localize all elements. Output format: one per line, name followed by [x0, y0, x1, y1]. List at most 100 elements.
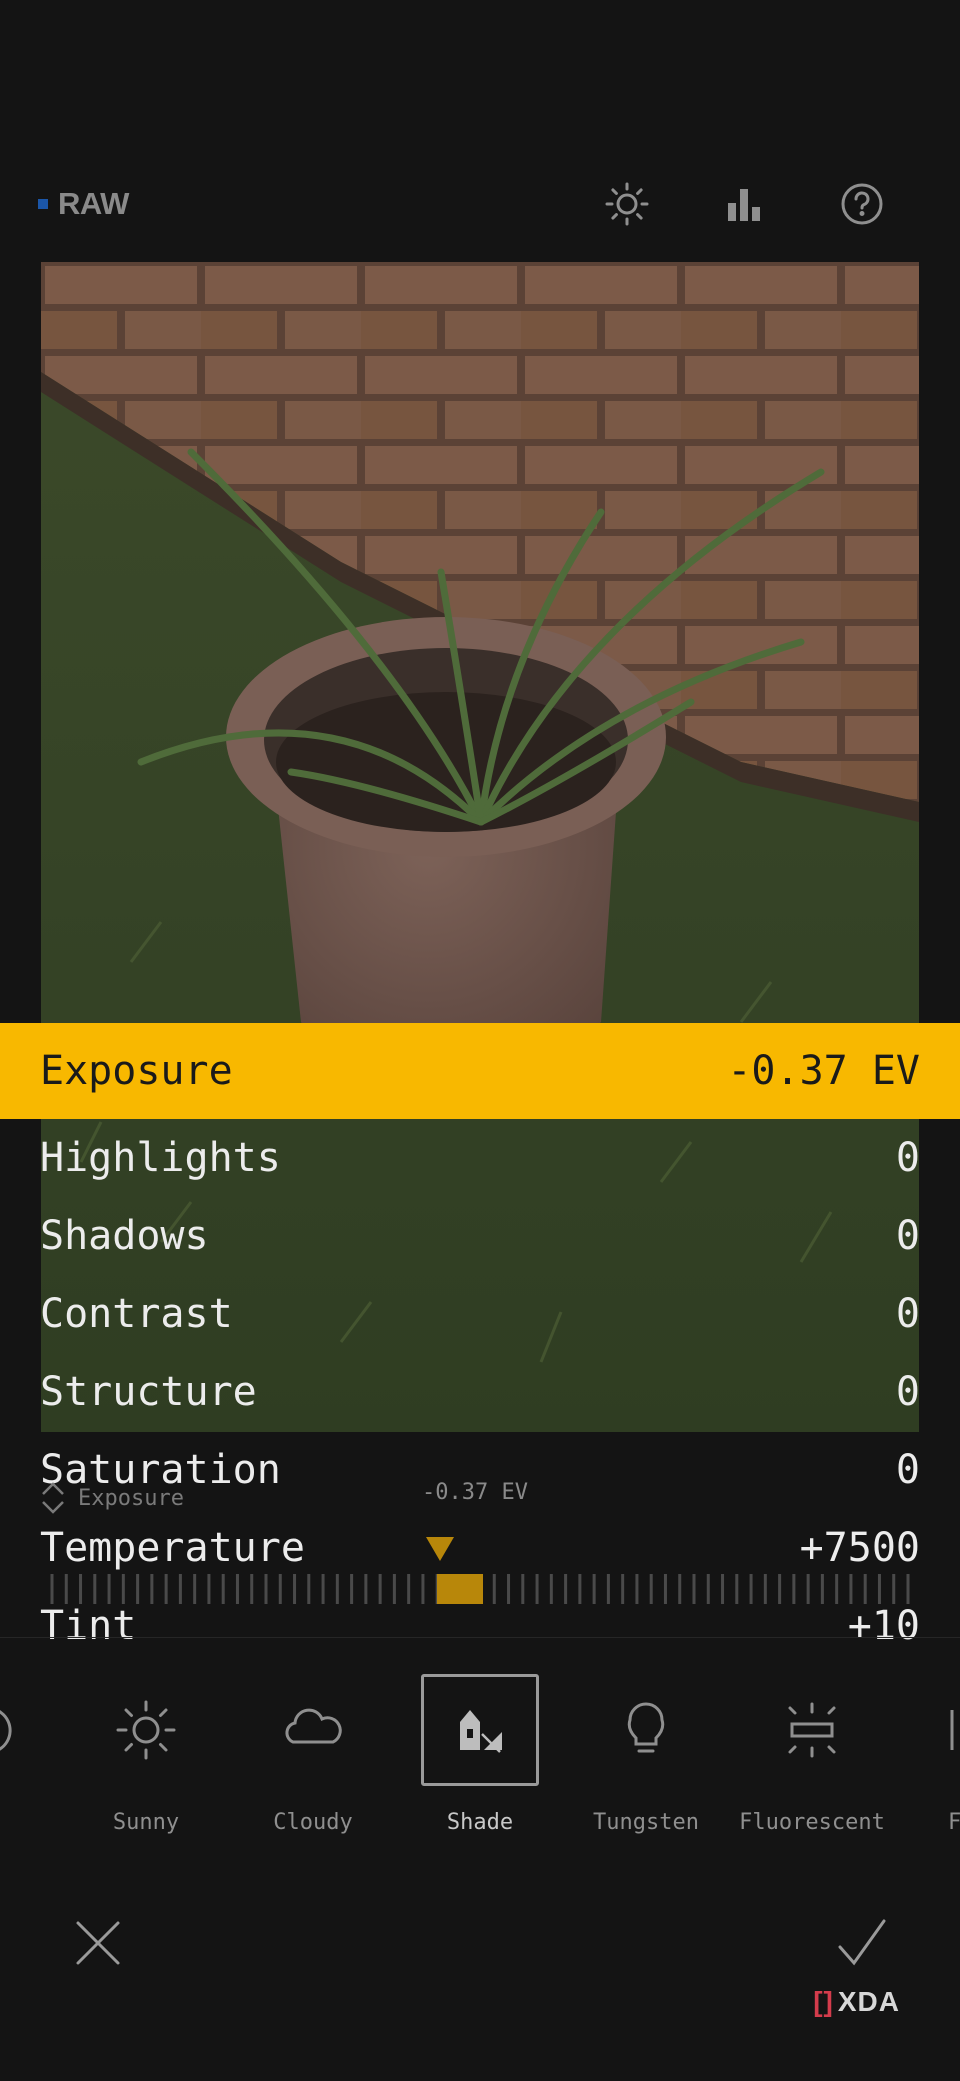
slider-tick — [507, 1574, 511, 1604]
slider-tick — [749, 1574, 753, 1604]
slider-tick — [150, 1574, 154, 1604]
bulb-icon — [566, 1674, 726, 1786]
adjustment-value: +10 — [847, 1603, 920, 1649]
cancel-button[interactable] — [68, 1913, 128, 1973]
slider-tick — [221, 1574, 225, 1604]
exposure-slider-thumb[interactable] — [437, 1574, 483, 1604]
slider-tick — [264, 1574, 268, 1604]
preset-label: Tungsten — [593, 1810, 699, 1835]
slider-tick — [378, 1574, 382, 1604]
adjustment-label: Exposure — [40, 1048, 233, 1094]
adjustment-row-exposure[interactable]: Exposure -0.37 EV — [0, 1023, 960, 1119]
slider-tick — [407, 1574, 411, 1604]
adjustment-value: -0.37 EV — [727, 1048, 920, 1094]
brightness-icon[interactable] — [601, 178, 653, 230]
adjustment-label: Highlights — [40, 1135, 281, 1181]
slider-tick — [735, 1574, 739, 1604]
preset-tungsten[interactable]: Tungsten — [566, 1674, 726, 1844]
preset-auto[interactable]: o — [0, 1674, 74, 1844]
slider-tick — [706, 1574, 710, 1604]
slider-tick — [521, 1574, 525, 1604]
slider-caption: Exposure — [40, 1480, 184, 1516]
slider-tick — [721, 1574, 725, 1604]
adjustment-label: Structure — [40, 1369, 257, 1415]
flash-icon — [880, 1674, 960, 1786]
slider-tick — [578, 1574, 582, 1604]
slider-tick — [50, 1574, 54, 1604]
preset-label: Sunny — [112, 1810, 180, 1835]
slider-tick — [621, 1574, 625, 1604]
shade-icon — [421, 1674, 539, 1786]
slider-tick — [392, 1574, 396, 1604]
slider-tick — [635, 1574, 639, 1604]
adjustment-label: Temperature — [40, 1525, 305, 1571]
raw-label: RAW — [58, 186, 129, 221]
adjustment-label: Tint — [40, 1603, 137, 1649]
preset-label: Shade — [446, 1810, 514, 1835]
sun-icon — [66, 1674, 226, 1786]
slider-tick — [806, 1574, 810, 1604]
fluorescent-icon — [732, 1674, 892, 1786]
confirm-button[interactable] — [832, 1913, 892, 1973]
help-icon[interactable] — [836, 178, 888, 230]
preset-sunny[interactable]: Sunny — [66, 1674, 226, 1844]
check-icon — [838, 1919, 886, 1966]
slider-tick — [892, 1574, 896, 1604]
slider-tick — [350, 1574, 354, 1604]
divider — [0, 1637, 960, 1638]
adjustment-value: 0 — [895, 1369, 920, 1415]
slider-value: -0.37 EV — [422, 1480, 528, 1505]
adjustment-row-shadows[interactable]: Shadows 0 — [0, 1197, 960, 1275]
preset-flash[interactable]: F — [880, 1674, 960, 1844]
adjustment-row-contrast[interactable]: Contrast 0 — [0, 1275, 960, 1353]
cloud-icon — [233, 1674, 393, 1786]
preset-fluorescent[interactable]: Fluorescent — [732, 1674, 892, 1844]
preset-cloudy[interactable]: Cloudy — [233, 1674, 393, 1844]
slider-tick — [606, 1574, 610, 1604]
adjustment-row-structure[interactable]: Structure 0 — [0, 1353, 960, 1431]
xda-watermark: [] XDA — [813, 1986, 900, 2018]
slider-marker-icon — [426, 1537, 454, 1561]
slider-tick — [79, 1574, 83, 1604]
histogram-icon[interactable] — [719, 178, 771, 230]
slider-tick — [107, 1574, 111, 1604]
adjustment-value: 0 — [895, 1135, 920, 1181]
slider-tick — [293, 1574, 297, 1604]
watermark-text: XDA — [837, 1986, 900, 2017]
slider-tick — [692, 1574, 696, 1604]
slider-tick — [778, 1574, 782, 1604]
slider-tick — [121, 1574, 125, 1604]
slider-tick — [307, 1574, 311, 1604]
slider-tick — [906, 1574, 910, 1604]
adjustment-row-highlights[interactable]: Highlights 0 — [0, 1119, 960, 1197]
slider-tick — [863, 1574, 867, 1604]
slider-tick — [235, 1574, 239, 1604]
slider-tick — [849, 1574, 853, 1604]
slider-tick — [178, 1574, 182, 1604]
preset-shade[interactable]: Shade — [400, 1674, 560, 1844]
adjustment-value: 0 — [895, 1213, 920, 1259]
slider-tick — [592, 1574, 596, 1604]
updown-chevron-icon — [42, 1482, 64, 1514]
adjustment-label: Shadows — [40, 1213, 209, 1259]
slider-tick — [278, 1574, 282, 1604]
slider-tick — [564, 1574, 568, 1604]
slider-tick — [835, 1574, 839, 1604]
slider-tick — [335, 1574, 339, 1604]
slider-tick — [136, 1574, 140, 1604]
slider-tick — [792, 1574, 796, 1604]
preset-label: Cloudy — [273, 1810, 353, 1835]
slider-tick — [763, 1574, 767, 1604]
slider-tick — [64, 1574, 68, 1604]
slider-caption-label: Exposure — [78, 1485, 184, 1511]
slider-tick — [663, 1574, 667, 1604]
xda-logo-icon: [] — [813, 1986, 834, 2017]
raw-badge[interactable]: RAW — [38, 186, 129, 222]
preset-label: o — [0, 1810, 74, 1835]
close-icon — [76, 1921, 120, 1965]
slider-tick — [549, 1574, 553, 1604]
adjustment-value: +7500 — [799, 1525, 920, 1571]
slider-tick — [678, 1574, 682, 1604]
slider-tick — [820, 1574, 824, 1604]
adjustment-label: Contrast — [40, 1291, 233, 1337]
